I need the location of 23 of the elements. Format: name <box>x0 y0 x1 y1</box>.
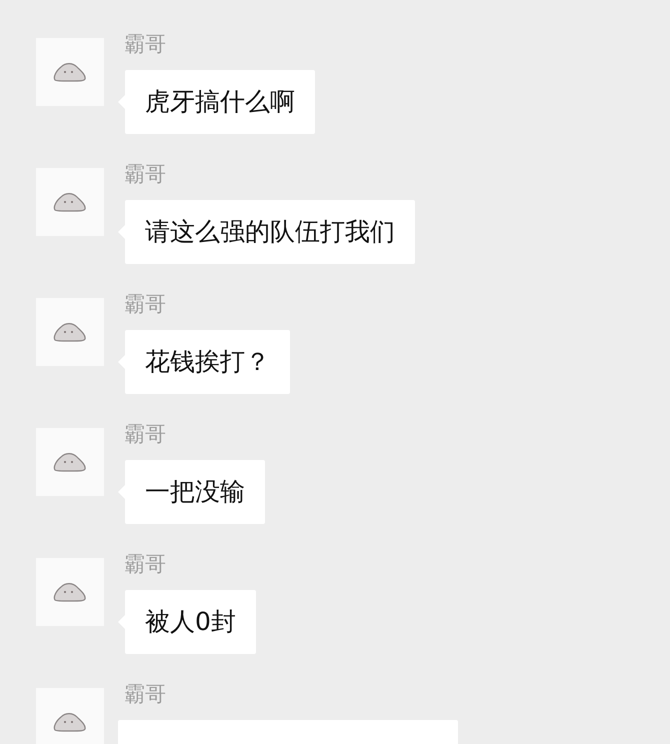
avatar[interactable] <box>36 168 104 236</box>
sender-name: 霸哥 <box>124 552 167 576</box>
avatar[interactable] <box>36 688 104 744</box>
message-text: 虎牙搞什么啊 <box>145 86 295 118</box>
message-text: 花钱挨打？ <box>145 346 270 378</box>
sender-name: 霸哥 <box>124 32 167 56</box>
rock-icon <box>53 582 87 602</box>
message-text: 请这么强的队伍打我们 <box>145 216 395 248</box>
rock-icon <box>53 452 87 472</box>
sender-name: 霸哥 <box>124 292 167 316</box>
avatar[interactable] <box>36 298 104 366</box>
message-text: 被人0封 <box>145 606 236 638</box>
sender-name: 霸哥 <box>124 422 167 446</box>
rock-icon <box>53 712 87 732</box>
sender-name: 霸哥 <box>124 682 167 706</box>
avatar[interactable] <box>36 428 104 496</box>
avatar[interactable] <box>36 38 104 106</box>
rock-icon <box>53 192 87 212</box>
avatar[interactable] <box>36 558 104 626</box>
rock-icon <box>53 62 87 82</box>
sender-name: 霸哥 <box>124 162 167 186</box>
rock-icon <box>53 322 87 342</box>
message-text: 一把没输 <box>145 476 245 508</box>
